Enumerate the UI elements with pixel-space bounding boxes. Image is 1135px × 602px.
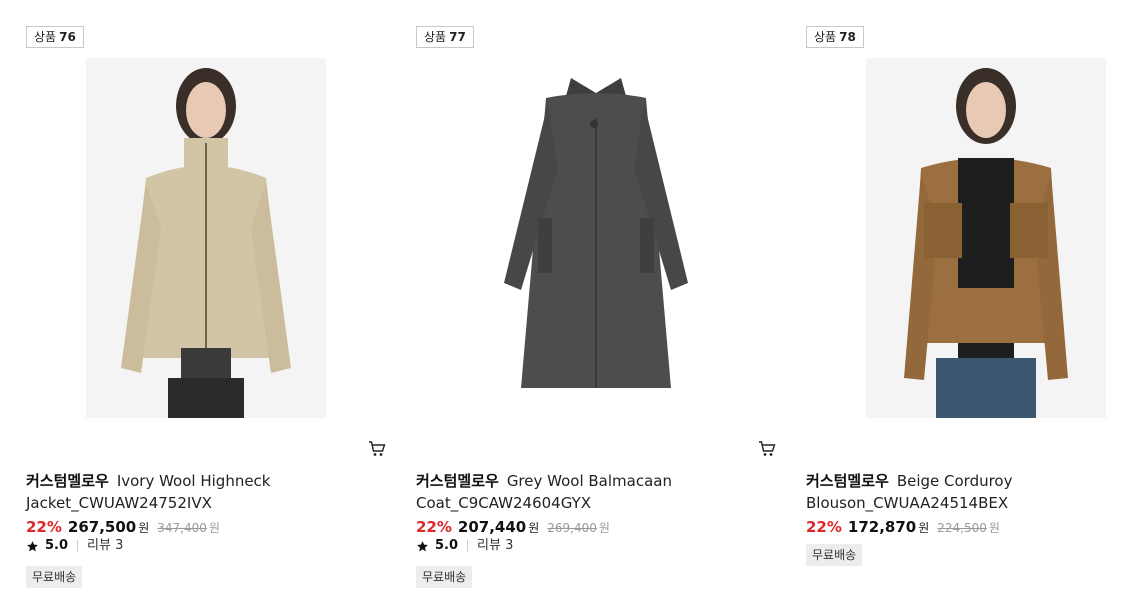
coat-photo	[476, 58, 716, 418]
discount-rate: 22%	[806, 518, 842, 536]
product-card[interactable]: 상품 76 커스텀멜로우 Ivory Wool Highneck Jacket_CW…	[26, 0, 386, 602]
star-icon	[27, 540, 38, 551]
product-title[interactable]: 커스텀멜로우 Grey Wool Balmacaan Coat_C9CAW2460…	[416, 470, 746, 514]
discount-rate: 22%	[416, 518, 452, 536]
jacket-photo	[86, 58, 326, 418]
add-to-cart-button[interactable]	[368, 440, 386, 458]
product-title[interactable]: 커스텀멜로우 Beige Corduroy Blouson_CWUAA24514B…	[806, 470, 1135, 514]
cart-icon	[369, 441, 386, 456]
badge-number: 77	[449, 30, 466, 44]
product-image[interactable]	[866, 58, 1106, 418]
star-icon	[417, 540, 428, 551]
product-image[interactable]	[476, 58, 716, 418]
free-shipping-tag: 무료배송	[806, 544, 863, 566]
product-title[interactable]: 커스텀멜로우 Ivory Wool Highneck Jacket_CWUAW24…	[26, 470, 356, 514]
currency: 원	[138, 521, 150, 535]
blouson-photo	[866, 58, 1106, 418]
discount-rate: 22%	[26, 518, 62, 536]
rating-row: 5.0 리뷰 3	[26, 536, 123, 556]
badge-number: 76	[59, 30, 76, 44]
brand-name: 커스텀멜로우	[26, 472, 109, 490]
original-price: 347,400	[157, 521, 207, 535]
product-index-badge: 상품 76	[26, 26, 84, 48]
divider	[77, 540, 79, 552]
product-card[interactable]: 상품 77 커스텀멜로우 Grey Wool Balmacaan Coat_C9CA…	[416, 0, 776, 602]
currency: 원	[528, 521, 540, 535]
rating-score: 5.0	[435, 538, 459, 553]
original-currency: 원	[988, 521, 1000, 535]
product-card[interactable]: 상품 78 커스텀멜로우 Beige Corduroy Blouson_CWUAA2…	[806, 0, 1135, 602]
rating-row: 5.0 리뷰 3	[416, 536, 513, 556]
badge-label: 상품	[34, 30, 57, 44]
product-index-badge: 상품 77	[416, 26, 474, 48]
product-image[interactable]	[86, 58, 326, 418]
sale-price: 207,440	[457, 518, 527, 536]
brand-name: 커스텀멜로우	[806, 472, 889, 490]
sale-price: 267,500	[67, 518, 137, 536]
free-shipping-tag: 무료배송	[26, 566, 83, 588]
rating-score: 5.0	[45, 538, 69, 553]
add-to-cart-button[interactable]	[758, 440, 776, 458]
free-shipping-tag: 무료배송	[416, 566, 473, 588]
sale-price: 172,870	[847, 518, 917, 536]
divider	[467, 540, 469, 552]
review-count[interactable]: 리뷰 3	[477, 536, 513, 556]
price-row: 22% 172,870 원 224,500 원	[806, 516, 1000, 539]
original-currency: 원	[208, 521, 220, 535]
original-currency: 원	[598, 521, 610, 535]
original-price: 224,500	[937, 521, 987, 535]
badge-label: 상품	[814, 30, 837, 44]
brand-name: 커스텀멜로우	[416, 472, 499, 490]
cart-icon	[759, 441, 776, 456]
review-count[interactable]: 리뷰 3	[87, 536, 123, 556]
currency: 원	[918, 521, 930, 535]
product-index-badge: 상품 78	[806, 26, 864, 48]
badge-number: 78	[839, 30, 856, 44]
badge-label: 상품	[424, 30, 447, 44]
original-price: 269,400	[547, 521, 597, 535]
